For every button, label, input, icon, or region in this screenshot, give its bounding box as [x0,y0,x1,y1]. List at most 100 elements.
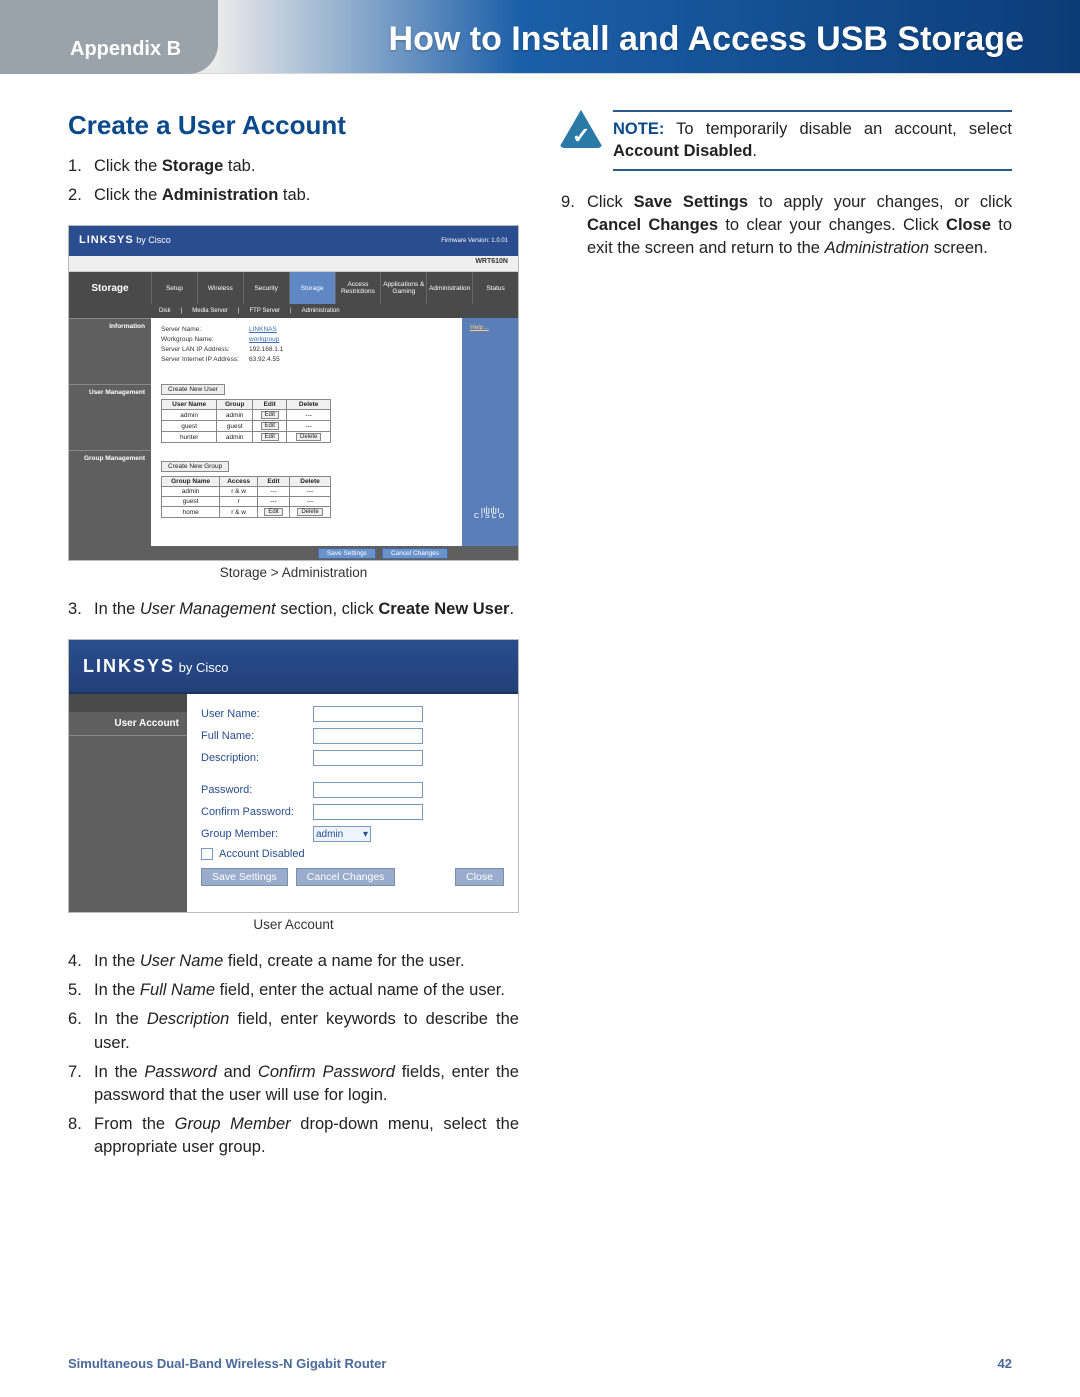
confirm-password-input[interactable] [313,804,423,820]
subnav-ftp[interactable]: FTP Server [247,308,282,314]
cisco-logo: ıılıılııCISCO [474,505,506,520]
fig2-button-row: Save Settings Cancel Changes Close [201,868,504,886]
subnav-admin[interactable]: Administration [300,308,342,314]
subnav-media[interactable]: Media Server [190,308,230,314]
linksys-logo: LINKSYS by Cisco [79,234,171,246]
note-label: NOTE: [613,120,664,138]
tab-storage[interactable]: Storage [289,272,335,304]
create-new-user-button[interactable]: Create New User [161,384,225,395]
italic-text: Full Name [140,981,215,999]
delete-button[interactable]: Delete [297,508,322,516]
close-button[interactable]: Close [455,868,504,886]
td: r & w [220,507,258,518]
step-9: Click Save Settings to apply your change… [561,191,1012,260]
th: Access [220,477,258,487]
info-label: Workgroup Name: [161,336,249,343]
model-bar: WRT610N [69,256,518,272]
italic-text: Description [147,1010,230,1028]
tab-wireless[interactable]: Wireless [197,272,243,304]
description-input[interactable] [313,750,423,766]
text: to apply your changes, or click [748,193,1012,211]
password-input[interactable] [313,782,423,798]
step-6: In the Description field, enter keywords… [68,1008,519,1054]
td: hunter [162,432,217,443]
username-input[interactable] [313,706,423,722]
tab-security[interactable]: Security [243,272,289,304]
italic-text: User Name [140,952,223,970]
text: Click [587,193,634,211]
th: Group [217,400,253,410]
th: Edit [253,400,287,410]
text: . [752,142,757,160]
text: . [509,600,514,618]
th: Edit [257,477,289,487]
td: admin [217,410,253,421]
bold-administration: Administration [162,186,278,204]
side-information: Information [69,318,151,334]
cancel-changes-button[interactable]: Cancel Changes [296,868,396,886]
step-2: Click the Administration tab. [68,184,519,207]
tab-admin[interactable]: Administration [426,272,472,304]
user-table: User NameGroupEditDelete adminadminEdit-… [161,399,331,443]
subnav-disk[interactable]: Disk [157,308,173,314]
cancel-changes-button[interactable]: Cancel Changes [382,548,448,559]
info-val[interactable]: LINKNAS [249,326,277,333]
text: field, enter the actual name of the user… [215,981,505,999]
tab-access[interactable]: Access Restrictions [335,272,381,304]
edit-button[interactable]: Edit [261,422,279,430]
info-label: Server Internet IP Address: [161,356,249,363]
text: screen. [929,239,988,257]
italic-text: Confirm Password [258,1063,395,1081]
save-settings-button[interactable]: Save Settings [318,548,376,559]
step-list-cont1: In the User Management section, click Cr… [68,598,519,621]
delete-button[interactable]: Delete [296,433,321,441]
group-member-select[interactable]: admin▾ [313,826,371,842]
th: Delete [287,400,331,410]
product-name: Simultaneous Dual-Band Wireless-N Gigabi… [68,1356,386,1371]
cisco-text: CISCO [474,513,506,520]
italic-text: Administration [825,239,930,257]
fig1-header: LINKSYS by Cisco Firmware Version: 1.0.0… [69,226,518,256]
info-val: 63.92.4.55 [249,356,280,363]
step-list-cont2: In the User Name field, create a name fo… [68,950,519,1159]
page-footer: Simultaneous Dual-Band Wireless-N Gigabi… [68,1356,1012,1371]
select-value: admin [316,829,343,840]
text: In the [94,1063,144,1081]
save-settings-button[interactable]: Save Settings [201,868,288,886]
create-new-group-button[interactable]: Create New Group [161,461,229,472]
right-column: ✓ NOTE: To temporarily disable an accoun… [561,110,1012,1165]
edit-button[interactable]: Edit [264,508,282,516]
edit-button[interactable]: Edit [261,411,279,419]
appendix-tab: Appendix B [0,0,218,74]
text: field, create a name for the user. [223,952,464,970]
step-4: In the User Name field, create a name fo… [68,950,519,973]
help-link[interactable]: Help... [470,324,489,331]
text: In the [94,1010,147,1028]
bold-storage: Storage [162,157,223,175]
page-header: Appendix B How to Install and Access USB… [0,0,1080,74]
account-disabled-checkbox[interactable] [201,848,213,860]
text: In the [94,981,140,999]
firmware-version: Firmware Version: 1.0.01 [441,238,508,244]
linksys-logo: LINKSYS by Cisco [83,656,228,677]
th: Delete [290,477,331,487]
bold-text: Close [946,216,991,234]
text: To temporarily disable an account, selec… [664,120,1012,138]
tab-apps[interactable]: Applications & Gaming [380,272,426,304]
text: In the [94,952,140,970]
fig2-sidebar: User Account [69,694,187,912]
edit-button[interactable]: Edit [261,433,279,441]
figure-user-account: LINKSYS by Cisco User Account User Name:… [68,639,519,913]
info-val[interactable]: workgroup [249,336,279,343]
italic-text: Password [144,1063,216,1081]
step-7: In the Password and Confirm Password fie… [68,1061,519,1107]
tab-setup[interactable]: Setup [151,272,197,304]
fig1-nav: Storage Setup Wireless Security Storage … [69,272,518,304]
text: From the [94,1115,175,1133]
fullname-input[interactable] [313,728,423,744]
step-list-right: Click Save Settings to apply your change… [561,191,1012,260]
tab-status[interactable]: Status [472,272,518,304]
bold-text: Cancel Changes [587,216,718,234]
side-group-mgmt: Group Management [69,450,151,466]
fig2-side-top [69,694,187,712]
